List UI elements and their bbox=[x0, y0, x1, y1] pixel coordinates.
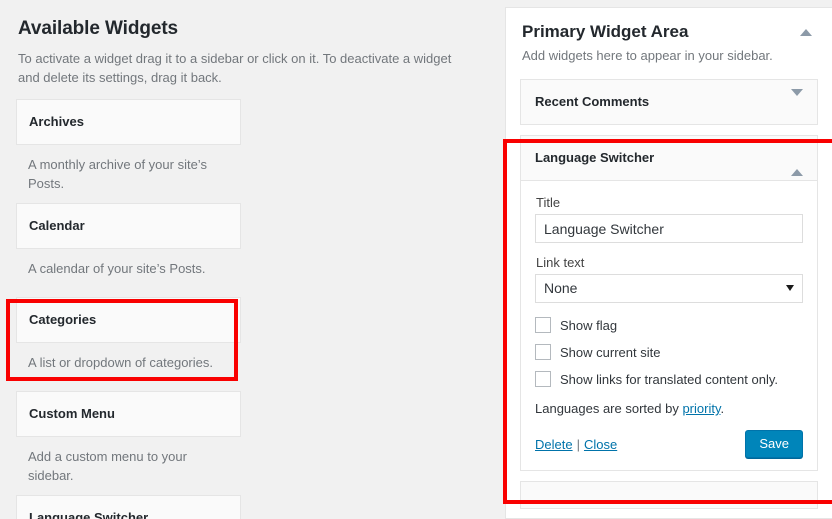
widget-card-archives[interactable]: Archives A monthly archive of your site’… bbox=[16, 99, 241, 203]
sidebar-header: Primary Widget Area Add widgets here to … bbox=[506, 8, 832, 65]
widget-title: Recent Comments bbox=[535, 94, 650, 109]
widget-title: Language Switcher bbox=[535, 150, 655, 165]
sidebar-title: Primary Widget Area bbox=[522, 22, 689, 41]
sorted-by-note: Languages are sorted by priority. bbox=[535, 401, 803, 416]
available-widgets-panel: Available Widgets To activate a widget d… bbox=[0, 0, 490, 519]
widget-header[interactable]: Language Switcher bbox=[521, 136, 817, 181]
widget-card-header[interactable]: Language Switcher bbox=[16, 495, 241, 519]
link-text-selected-value: None bbox=[544, 280, 578, 296]
chevron-down-icon[interactable] bbox=[791, 89, 803, 114]
widget-card-calendar[interactable]: Calendar A calendar of your site’s Posts… bbox=[16, 203, 241, 297]
primary-widget-area-panel: Primary Widget Area Add widgets here to … bbox=[505, 7, 832, 519]
widget-card-description: A calendar of your site’s Posts. bbox=[28, 261, 206, 276]
widget-card-title: Language Switcher bbox=[29, 510, 149, 519]
sidebar-subtitle: Add widgets here to appear in your sideb… bbox=[522, 48, 773, 63]
widget-card-language-switcher[interactable]: Language Switcher MultilingualPress Tran… bbox=[16, 495, 241, 519]
checkbox-show-current-site[interactable] bbox=[535, 344, 551, 360]
sorted-note-suffix: . bbox=[720, 401, 725, 416]
save-button[interactable]: Save bbox=[745, 430, 803, 458]
link-separator: | bbox=[576, 436, 580, 452]
footer-link-group: Delete | Close bbox=[535, 437, 617, 452]
checkbox-label: Show links for translated content only. bbox=[560, 371, 778, 387]
widget-recent-comments-collapsed[interactable]: Recent Comments bbox=[520, 79, 818, 125]
title-input[interactable] bbox=[535, 214, 803, 243]
sorted-note-prefix: Languages are sorted by bbox=[535, 401, 683, 416]
available-widgets-grid: Archives A monthly archive of your site’… bbox=[16, 99, 470, 519]
checkbox-row-show-current-site[interactable]: Show current site bbox=[535, 344, 803, 360]
priority-link[interactable]: priority bbox=[682, 401, 720, 416]
widget-card-header[interactable]: Archives bbox=[16, 99, 241, 145]
widget-next-partial[interactable] bbox=[520, 481, 818, 509]
widget-card-description: A monthly archive of your site’s Posts. bbox=[28, 157, 207, 191]
title-field-label: Title bbox=[536, 195, 561, 210]
checkbox-label: Show current site bbox=[560, 344, 661, 360]
close-link[interactable]: Close bbox=[584, 437, 617, 452]
widget-language-switcher-expanded: Language Switcher Title Link text None S… bbox=[520, 135, 818, 471]
widget-card-description: Add a custom menu to your sidebar. bbox=[28, 449, 187, 483]
widget-card-header[interactable]: Categories bbox=[16, 297, 241, 343]
widget-card-title: Calendar bbox=[29, 218, 85, 233]
delete-link[interactable]: Delete bbox=[535, 437, 573, 452]
chevron-down-icon bbox=[786, 285, 794, 291]
widgets-screen: Available Widgets To activate a widget d… bbox=[0, 0, 832, 519]
page-title: Available Widgets bbox=[18, 18, 179, 39]
widget-form: Title Link text None Show flag Show curr… bbox=[521, 181, 817, 470]
checkbox-row-show-translated-only[interactable]: Show links for translated content only. bbox=[535, 371, 803, 387]
checkbox-label: Show flag bbox=[560, 317, 618, 333]
widget-card-title: Archives bbox=[29, 114, 84, 129]
checkbox-show-translated-only[interactable] bbox=[535, 371, 551, 387]
widget-card-categories[interactable]: Categories A list or dropdown of categor… bbox=[16, 297, 241, 391]
widget-card-title: Categories bbox=[29, 312, 97, 327]
chevron-up-icon[interactable] bbox=[791, 152, 803, 176]
widget-card-header[interactable]: Calendar bbox=[16, 203, 241, 249]
link-text-field-label: Link text bbox=[536, 255, 585, 270]
widget-footer: Delete | Close Save bbox=[535, 428, 803, 458]
checkbox-show-flag[interactable] bbox=[535, 317, 551, 333]
available-widgets-description: To activate a widget drag it to a sideba… bbox=[18, 51, 452, 85]
widget-card-description: A list or dropdown of categories. bbox=[28, 355, 213, 370]
link-text-select[interactable]: None bbox=[535, 274, 803, 303]
widget-card-header[interactable]: Custom Menu bbox=[16, 391, 241, 437]
widget-card-custom-menu[interactable]: Custom Menu Add a custom menu to your si… bbox=[16, 391, 241, 495]
checkbox-row-show-flag[interactable]: Show flag bbox=[535, 317, 803, 333]
chevron-up-icon[interactable] bbox=[800, 29, 812, 36]
widget-card-title: Custom Menu bbox=[29, 406, 115, 421]
